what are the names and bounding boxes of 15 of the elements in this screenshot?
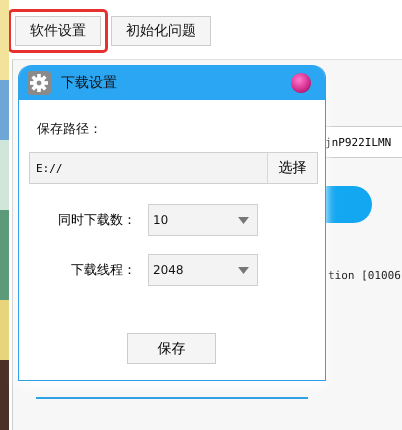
settings-icon (27, 70, 51, 94)
dropdown[interactable]: 2048 (148, 254, 258, 286)
log-text: tion [01006 (328, 269, 402, 282)
tab[interactable]: 初始化问题 (111, 16, 211, 46)
path-label: 保存路径： (37, 121, 102, 138)
field-label: 同时下载数： (57, 212, 137, 229)
caret-icon (238, 216, 249, 224)
dropdown[interactable]: 10 (148, 204, 258, 236)
save-button[interactable]: 保存 (127, 333, 216, 364)
dialog-title: 下载设置 (61, 74, 118, 92)
path-field[interactable]: E:// 选择 (29, 152, 318, 184)
field-label: 下载线程： (70, 262, 137, 279)
tab[interactable]: 软件设置 (15, 16, 101, 46)
close-button[interactable] (291, 72, 311, 92)
caret-icon (238, 266, 249, 274)
